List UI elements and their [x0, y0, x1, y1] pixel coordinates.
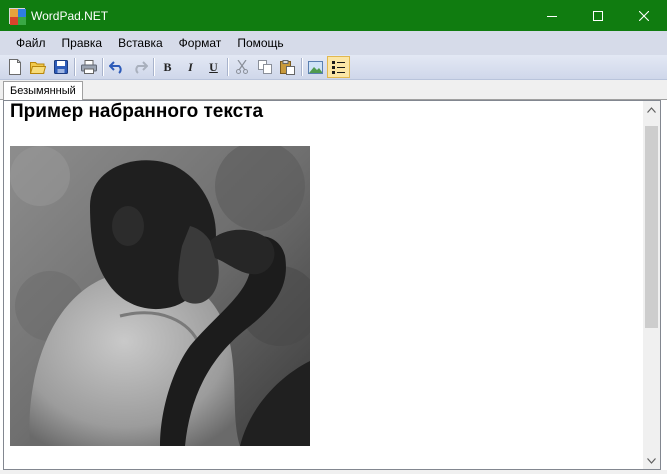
- save-icon: [53, 60, 68, 74]
- scroll-down-button[interactable]: [643, 452, 660, 469]
- print-icon: [80, 60, 97, 74]
- bold-label: B: [163, 59, 172, 74]
- toolbar: B I U: [0, 55, 667, 80]
- menu-edit[interactable]: Правка: [54, 31, 111, 55]
- toolbar-separator: [74, 58, 75, 76]
- maximize-button[interactable]: [575, 0, 621, 31]
- copy-icon: [257, 60, 272, 74]
- bold-button[interactable]: B: [156, 56, 179, 78]
- chevron-down-icon: [647, 457, 656, 464]
- toolbar-separator: [301, 58, 302, 76]
- scissors-icon: [235, 60, 248, 74]
- status-strip: [0, 470, 667, 474]
- document-editor[interactable]: Пример набранного текста: [3, 100, 661, 470]
- toolbar-separator: [227, 58, 228, 76]
- undo-button[interactable]: [105, 56, 128, 78]
- vertical-scrollbar[interactable]: [643, 101, 660, 469]
- paste-button[interactable]: [276, 56, 299, 78]
- toolbar-separator: [102, 58, 103, 76]
- tab-untitled[interactable]: Безымянный: [3, 81, 83, 101]
- close-button[interactable]: [621, 0, 667, 31]
- copy-button[interactable]: [253, 56, 276, 78]
- maximize-icon: [593, 10, 603, 21]
- print-button[interactable]: [77, 56, 100, 78]
- new-button[interactable]: [3, 56, 26, 78]
- underline-label: U: [209, 59, 218, 74]
- close-icon: [639, 10, 649, 21]
- save-button[interactable]: [49, 56, 72, 78]
- undo-icon: [108, 61, 122, 74]
- menu-insert[interactable]: Вставка: [110, 31, 171, 55]
- minimize-icon: [547, 15, 557, 17]
- picture-icon: [308, 60, 323, 74]
- window-controls: [529, 0, 667, 31]
- italic-button[interactable]: I: [179, 56, 202, 78]
- menu-file[interactable]: Файл: [8, 31, 54, 55]
- open-folder-icon: [29, 62, 46, 74]
- window-title: WordPad.NET: [31, 8, 109, 23]
- italic-label: I: [188, 59, 193, 74]
- insert-picture-button[interactable]: [304, 56, 327, 78]
- document-heading: Пример набранного текста: [10, 101, 264, 122]
- open-button[interactable]: [26, 56, 49, 78]
- paste-icon: [280, 59, 295, 75]
- document-tab-strip: Безымянный: [0, 80, 667, 101]
- chimpanzee-photo[interactable]: [10, 146, 310, 446]
- menu-format[interactable]: Формат: [171, 31, 230, 55]
- menu-help[interactable]: Помощь: [229, 31, 291, 55]
- chevron-up-icon: [647, 106, 656, 113]
- scrollbar-thumb[interactable]: [645, 126, 658, 328]
- cut-button[interactable]: [230, 56, 253, 78]
- underline-button[interactable]: U: [202, 56, 225, 78]
- title-bar: WordPad.NET: [0, 0, 667, 31]
- redo-icon: [134, 61, 148, 74]
- scroll-up-button[interactable]: [643, 101, 660, 118]
- bullet-list-icon: [332, 61, 345, 74]
- minimize-button[interactable]: [529, 0, 575, 31]
- new-document-icon: [8, 59, 21, 75]
- app-icon: [9, 7, 26, 25]
- bullets-button[interactable]: [327, 56, 350, 78]
- redo-button[interactable]: [128, 56, 151, 78]
- menu-bar: Файл Правка Вставка Формат Помощь: [0, 31, 667, 55]
- toolbar-separator: [153, 58, 154, 76]
